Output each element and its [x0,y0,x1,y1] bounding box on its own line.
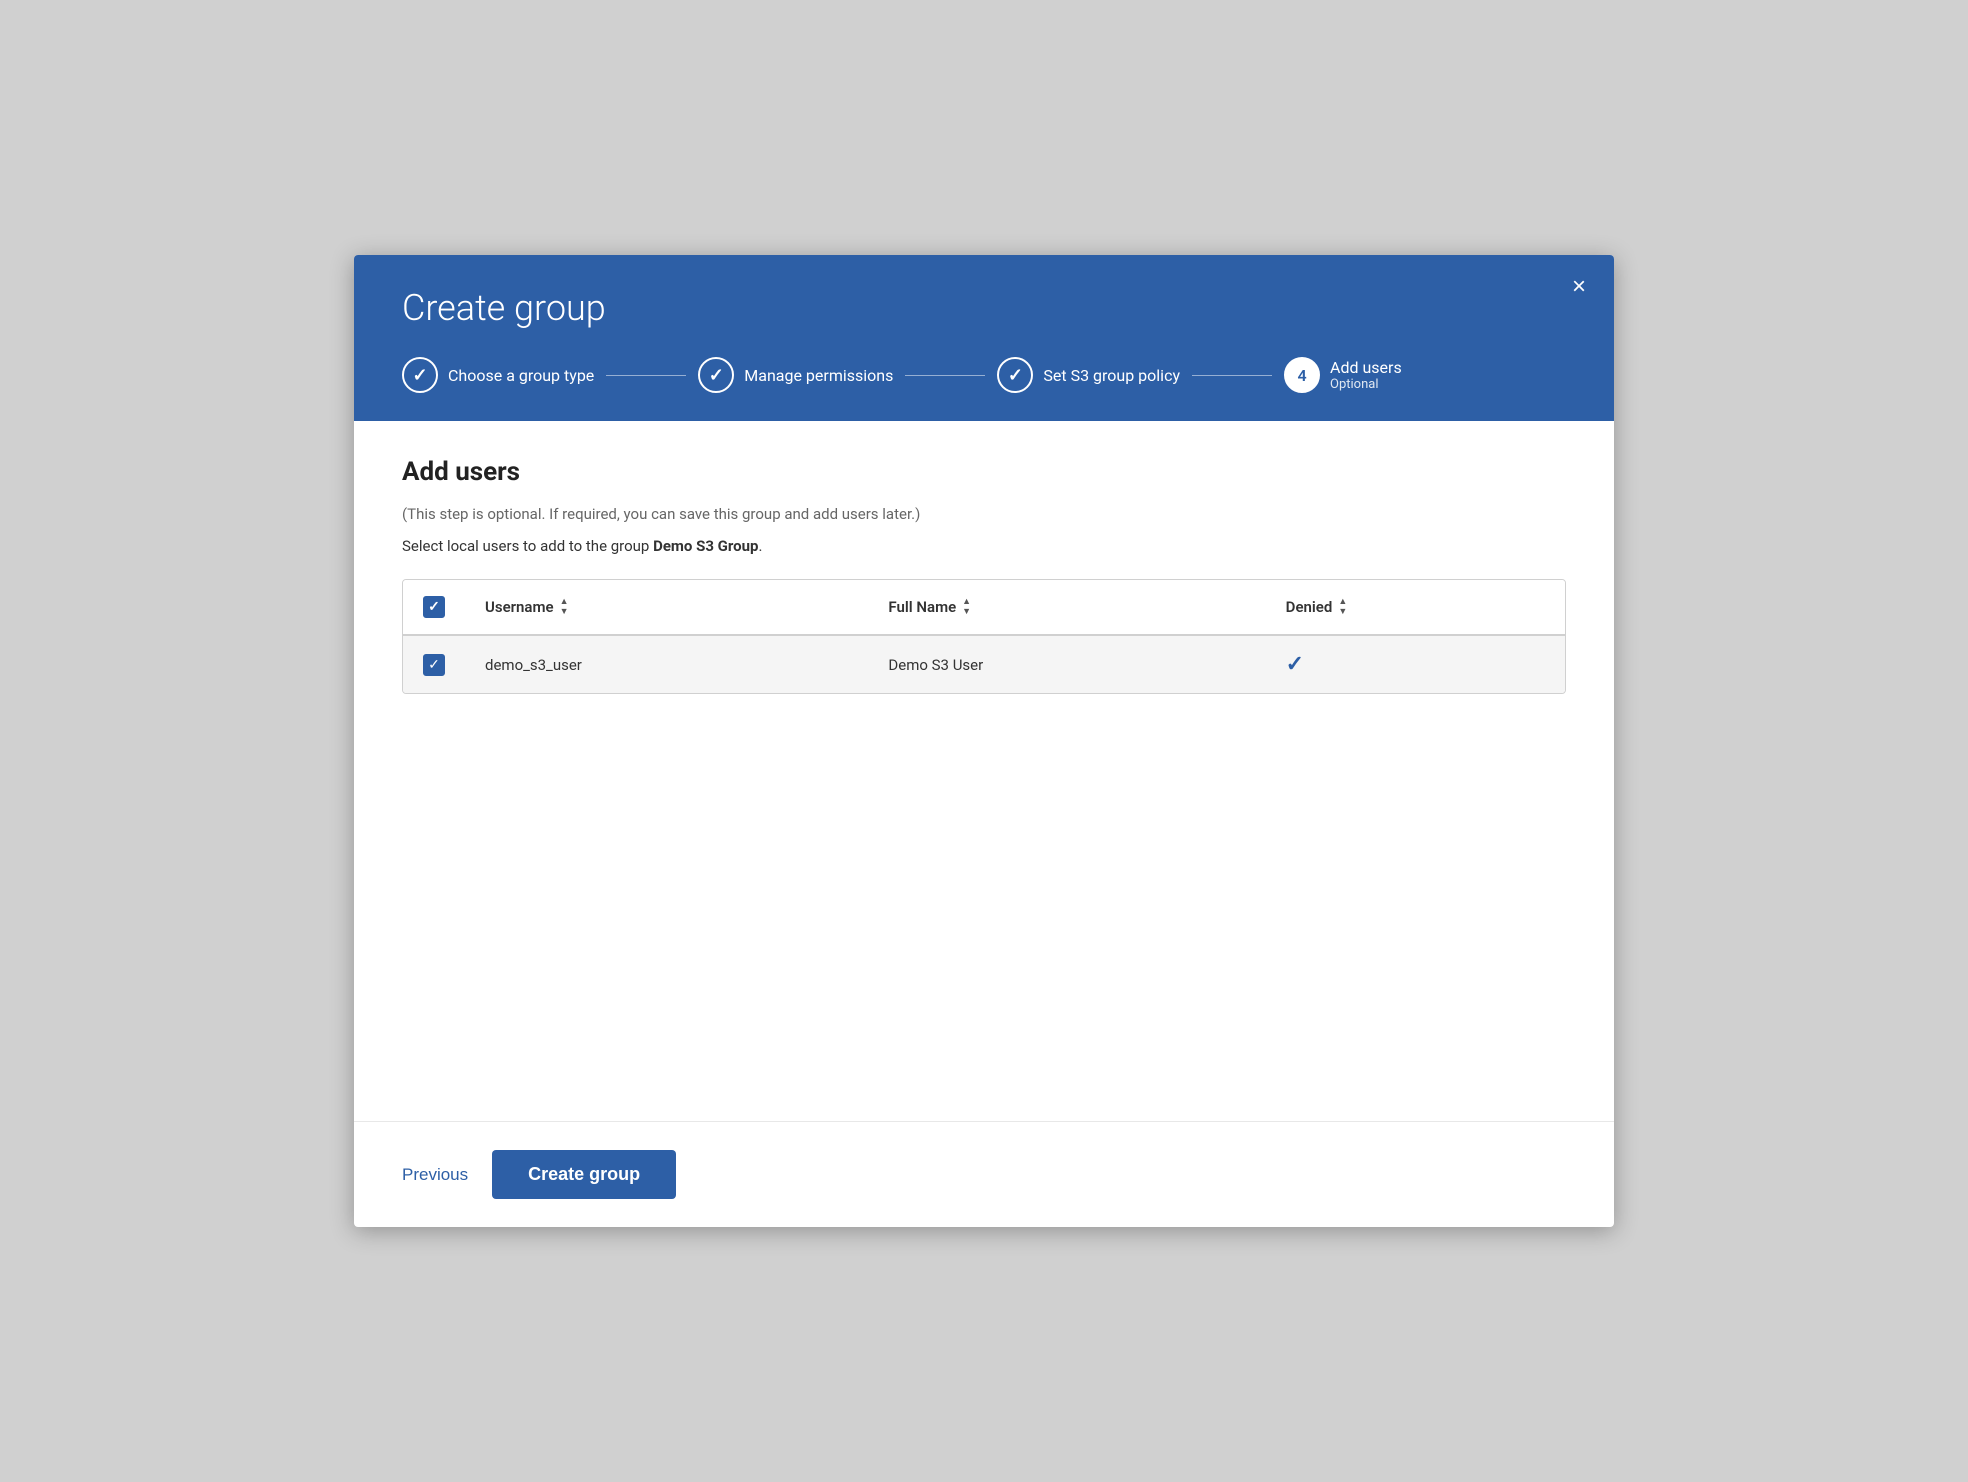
table-header: ✓ Username ▲ ▼ [403,580,1565,635]
row-check-icon: ✓ [428,658,440,672]
create-group-modal: × Create group ✓ Choose a group type ✓ M… [354,255,1614,1227]
username-col-label: Username [485,598,554,616]
table-header-row: ✓ Username ▲ ▼ [403,580,1565,635]
step-line-2 [905,375,985,376]
step-2-circle: ✓ [698,357,734,393]
col-header-fullname: Full Name ▲ ▼ [868,580,1265,635]
step-add-users: 4 Add users Optional [1284,357,1402,393]
modal-header: × Create group ✓ Choose a group type ✓ M… [354,255,1614,421]
select-note-suffix: . [758,537,762,555]
close-button[interactable]: × [1572,275,1586,299]
col-header-username: Username ▲ ▼ [465,580,868,635]
denied-sort-icon[interactable]: ▲ ▼ [1338,598,1347,617]
table-row: ✓ demo_s3_user Demo S3 User ✓ [403,635,1565,693]
modal-footer: Previous Create group [354,1121,1614,1227]
select-note: Select local users to add to the group D… [402,537,1566,555]
fullname-col-label: Full Name [888,598,956,616]
step-3-label: Set S3 group policy [1043,366,1180,385]
row-fullname: Demo S3 User [868,635,1265,693]
username-sort-icon[interactable]: ▲ ▼ [560,598,569,617]
denied-col-label: Denied [1286,598,1333,616]
step-1-label: Choose a group type [448,366,594,385]
create-group-button[interactable]: Create group [492,1150,676,1199]
step-4-label: Add users Optional [1330,358,1402,392]
col-header-checkbox: ✓ [403,580,465,635]
step-manage-permissions: ✓ Manage permissions [698,357,893,393]
step-4-label-text: Add users [1330,358,1402,377]
step-4-circle: 4 [1284,357,1320,393]
step-4-number: 4 [1297,366,1306,385]
step-1-circle: ✓ [402,357,438,393]
denied-checkmark-icon: ✓ [1286,652,1304,677]
table-body: ✓ demo_s3_user Demo S3 User ✓ [403,635,1565,693]
users-table-container: ✓ Username ▲ ▼ [402,579,1566,694]
step-2-label: Manage permissions [744,366,893,385]
group-name: Demo S3 Group [653,537,758,555]
step-choose-group-type: ✓ Choose a group type [402,357,594,393]
optional-note: (This step is optional. If required, you… [402,505,1566,523]
row-denied: ✓ [1266,635,1565,693]
step-3-circle: ✓ [997,357,1033,393]
fullname-sort-icon[interactable]: ▲ ▼ [962,598,971,617]
step-set-s3-policy: ✓ Set S3 group policy [997,357,1180,393]
step-line-1 [606,375,686,376]
users-table: ✓ Username ▲ ▼ [403,580,1565,693]
add-users-title: Add users [402,457,1566,487]
previous-button[interactable]: Previous [402,1157,468,1193]
modal-title: Create group [402,287,1566,329]
row-checkbox-cell: ✓ [403,635,465,693]
step-2-check: ✓ [709,365,724,386]
step-line-3 [1192,375,1272,376]
step-1-check: ✓ [412,365,427,386]
select-note-prefix: Select local users to add to the group [402,537,653,555]
step-3-check: ✓ [1008,365,1023,386]
select-all-check-icon: ✓ [428,600,440,614]
modal-body: Add users (This step is optional. If req… [354,421,1614,1121]
step-4-sublabel: Optional [1330,377,1402,392]
col-header-denied: Denied ▲ ▼ [1266,580,1565,635]
steps-wizard: ✓ Choose a group type ✓ Manage permissio… [402,357,1566,393]
row-checkbox[interactable]: ✓ [423,654,445,676]
select-all-checkbox[interactable]: ✓ [423,596,445,618]
row-username: demo_s3_user [465,635,868,693]
